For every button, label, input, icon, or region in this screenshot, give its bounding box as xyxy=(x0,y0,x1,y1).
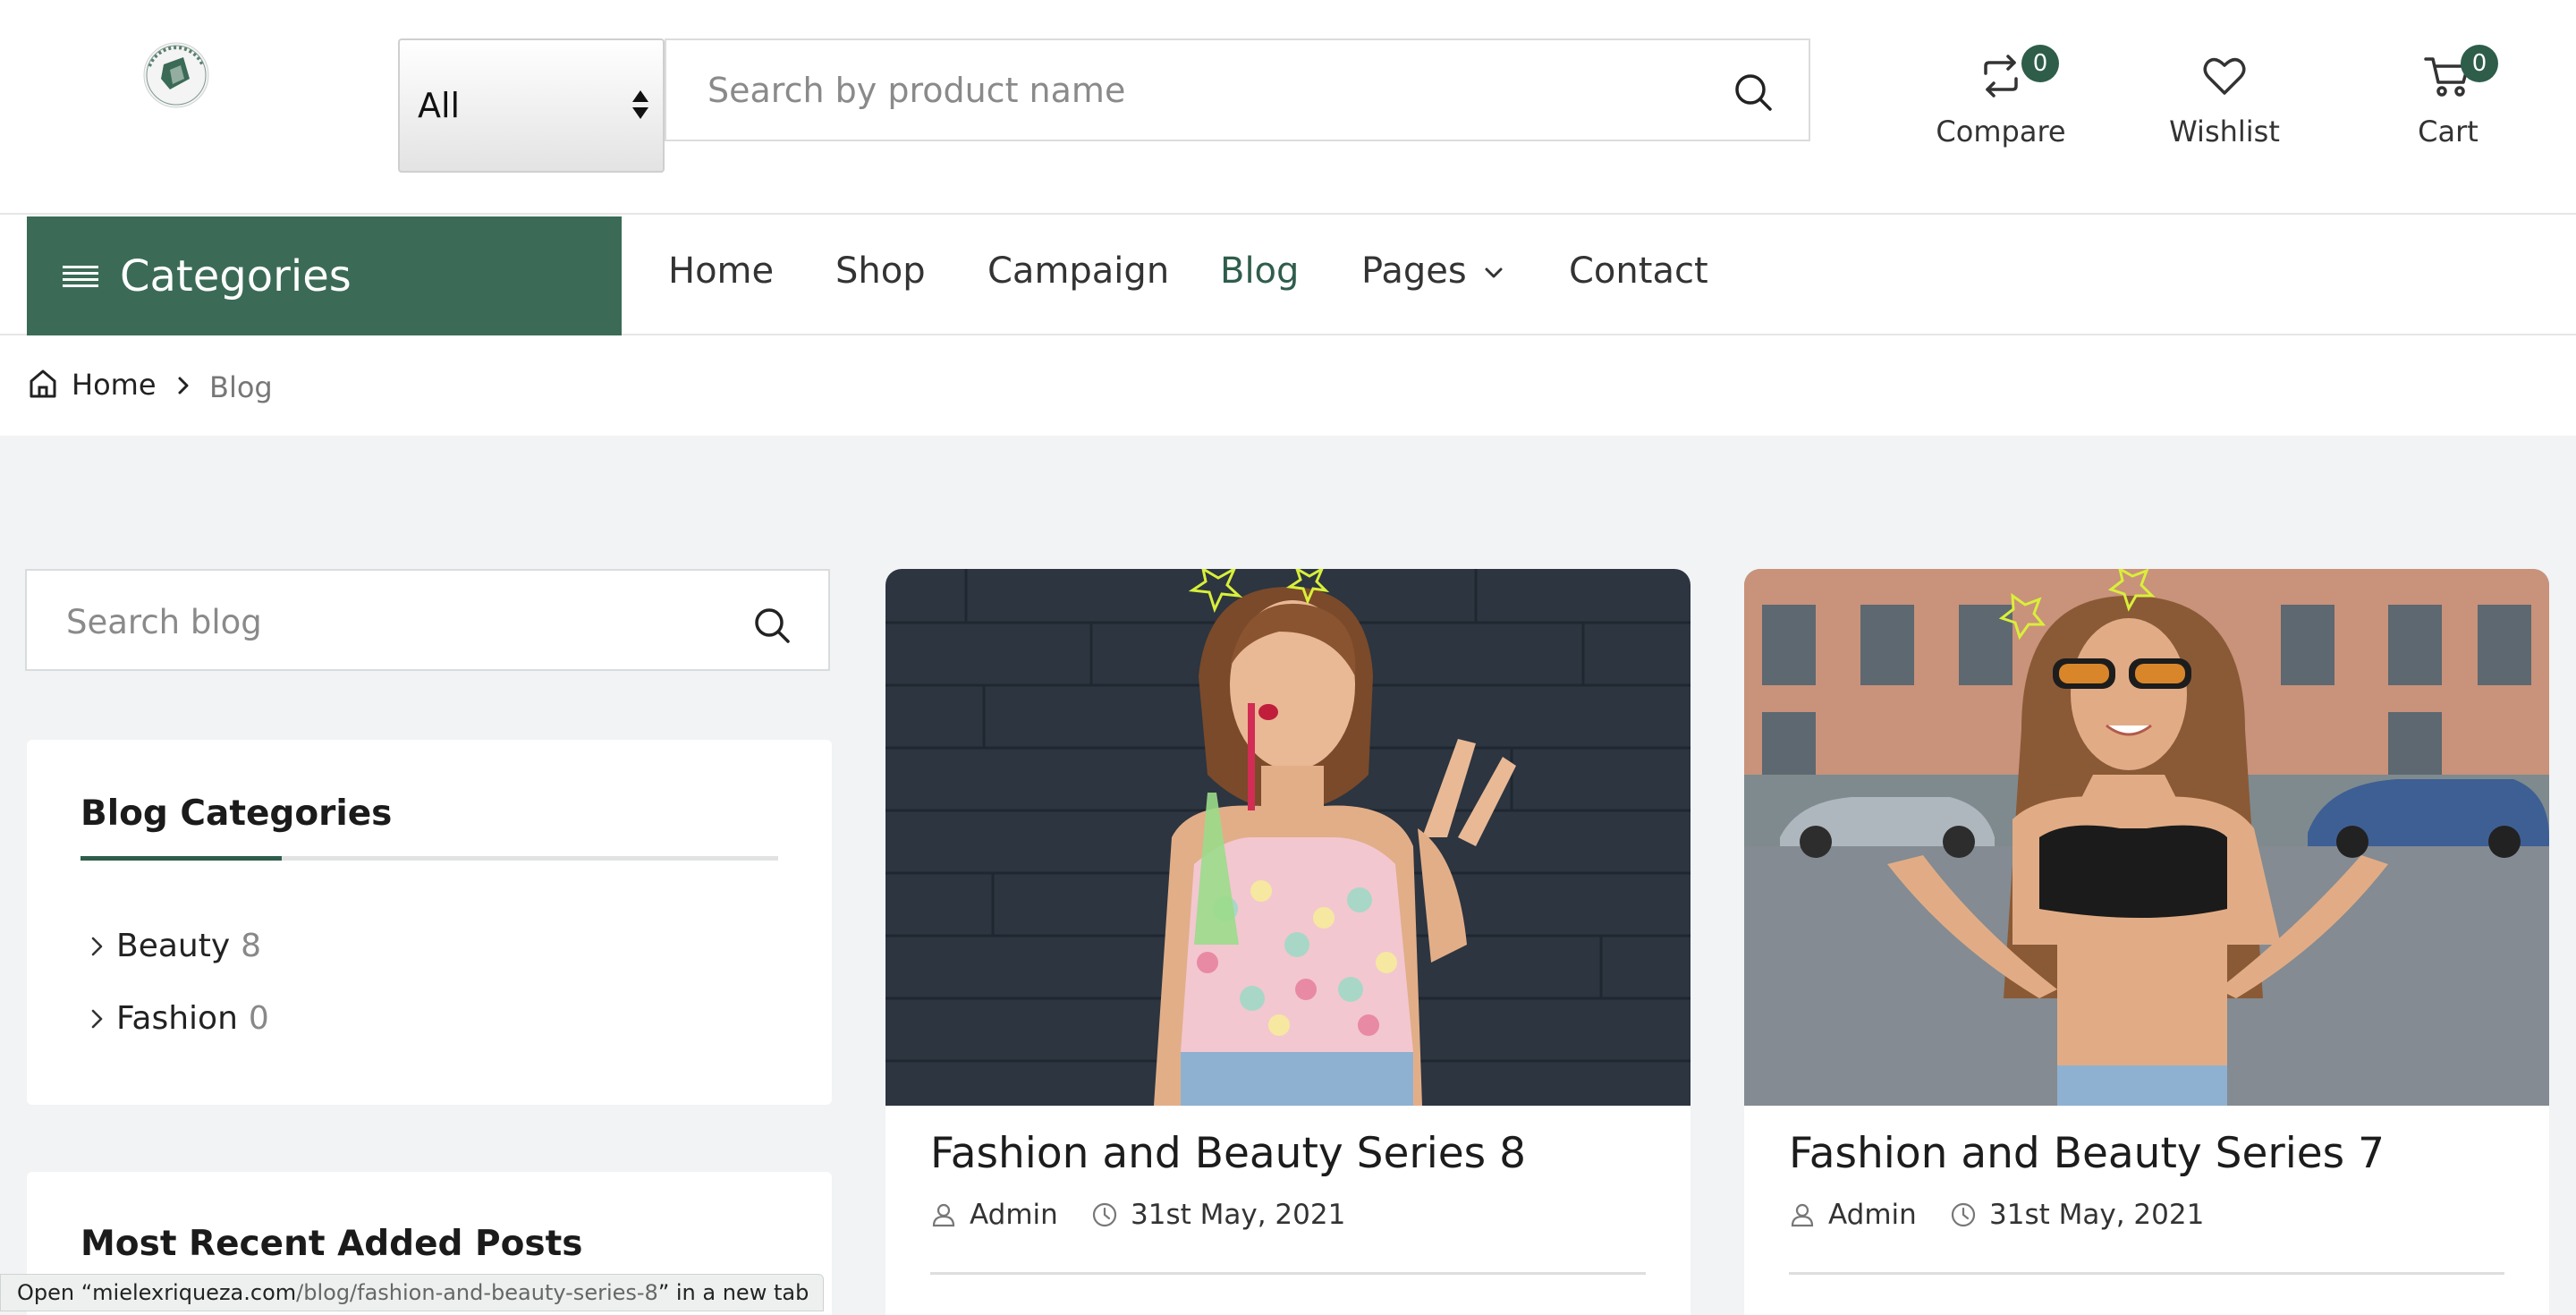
category-item-beauty[interactable]: Beauty 8 xyxy=(88,928,261,964)
post-date: 31st May, 2021 xyxy=(1950,1199,2204,1231)
heart-icon xyxy=(2203,57,2246,95)
widget-divider xyxy=(80,856,778,861)
post-date: 31st May, 2021 xyxy=(1091,1199,1345,1231)
blog-categories-widget: Blog Categories Beauty 8 Fashion 0 xyxy=(27,740,832,1105)
recent-posts-title: Most Recent Added Posts xyxy=(80,1224,583,1264)
compare-icon xyxy=(1984,55,2018,98)
nav-link-blog[interactable]: Blog xyxy=(1220,250,1299,292)
blog-post-card[interactable]: Fashion and Beauty Series 7 Admin 31st M… xyxy=(1744,569,2549,1315)
menu-icon xyxy=(63,265,98,287)
cart-label: Cart xyxy=(2418,115,2479,148)
card-divider xyxy=(930,1272,1646,1275)
compare-label: Compare xyxy=(1936,115,2066,148)
cart-button[interactable]: 0 Cart xyxy=(2368,45,2529,157)
search-icon[interactable] xyxy=(751,605,792,646)
clock-icon xyxy=(1951,1202,1976,1227)
post-author: Admin xyxy=(930,1199,1058,1231)
post-image[interactable] xyxy=(1744,569,2549,1106)
category-select[interactable]: All xyxy=(398,38,665,173)
product-search-placeholder: Search by product name xyxy=(708,71,1126,110)
clock-icon xyxy=(1092,1202,1117,1227)
product-search-input[interactable]: Search by product name xyxy=(665,38,1810,141)
user-icon xyxy=(932,1203,955,1227)
chevron-right-icon xyxy=(91,1009,103,1028)
categories-label: Categories xyxy=(120,250,352,301)
post-author: Admin xyxy=(1789,1199,1917,1231)
blog-search-placeholder: Search blog xyxy=(66,603,262,641)
compare-button[interactable]: 0 Compare xyxy=(1920,45,2081,157)
nav-link-contact[interactable]: Contact xyxy=(1569,250,1708,292)
blog-categories-title: Blog Categories xyxy=(80,793,393,834)
status-path: /blog/fashion-and-beauty-series-8 xyxy=(296,1280,658,1305)
post-date-text: 31st May, 2021 xyxy=(1989,1199,2205,1231)
chevron-right-icon xyxy=(178,377,189,394)
category-name: Beauty xyxy=(116,928,231,964)
compare-count-badge: 0 xyxy=(2021,45,2059,82)
search-icon[interactable] xyxy=(1732,71,1775,114)
breadcrumb-home-link[interactable]: Home xyxy=(72,368,157,402)
site-logo[interactable] xyxy=(134,39,218,111)
nav-link-pages-label: Pages xyxy=(1361,250,1467,292)
status-suffix: ” in a new tab xyxy=(657,1280,809,1305)
wishlist-label: Wishlist xyxy=(2169,115,2280,148)
blog-post-card[interactable]: Fashion and Beauty Series 8 Admin 31st M… xyxy=(886,569,1690,1315)
user-icon xyxy=(1791,1203,1814,1227)
blog-search-input[interactable]: Search blog xyxy=(25,569,830,671)
chevron-right-icon xyxy=(91,937,103,955)
post-author-name: Admin xyxy=(970,1199,1058,1231)
category-count: 0 xyxy=(248,1000,269,1037)
post-author-name: Admin xyxy=(1828,1199,1917,1231)
main-nav: Categories Home Shop Campaign Blog Pages… xyxy=(0,216,2576,335)
card-divider xyxy=(1789,1272,2504,1275)
post-date-text: 31st May, 2021 xyxy=(1131,1199,1346,1231)
category-count: 8 xyxy=(241,928,262,964)
category-item-fashion[interactable]: Fashion 0 xyxy=(88,1000,269,1037)
breadcrumb-current: Blog xyxy=(209,370,273,404)
status-prefix: Open “mielexriqueza.com xyxy=(17,1280,297,1305)
chevron-down-icon xyxy=(1485,267,1503,278)
nav-link-home[interactable]: Home xyxy=(668,250,774,292)
breadcrumb: Home Blog xyxy=(0,337,2576,436)
category-name: Fashion xyxy=(116,1000,238,1037)
post-title[interactable]: Fashion and Beauty Series 7 xyxy=(1789,1129,2385,1178)
categories-button[interactable]: Categories xyxy=(27,216,622,335)
select-arrows-icon xyxy=(632,90,648,119)
nav-link-shop[interactable]: Shop xyxy=(835,250,926,292)
link-status-tooltip: Open “mielexriqueza.com/blog/fashion-and… xyxy=(0,1274,825,1311)
post-image[interactable] xyxy=(886,569,1690,1106)
nav-link-pages[interactable]: Pages xyxy=(1361,250,1504,292)
category-select-value: All xyxy=(418,86,461,125)
post-title[interactable]: Fashion and Beauty Series 8 xyxy=(930,1129,1526,1178)
home-icon xyxy=(30,369,56,398)
cart-count-badge: 0 xyxy=(2461,45,2498,82)
nav-link-campaign[interactable]: Campaign xyxy=(987,250,1169,292)
site-header: All Search by product name 0 Compare Wis… xyxy=(0,0,2576,215)
wishlist-button[interactable]: Wishlist xyxy=(2144,50,2305,157)
